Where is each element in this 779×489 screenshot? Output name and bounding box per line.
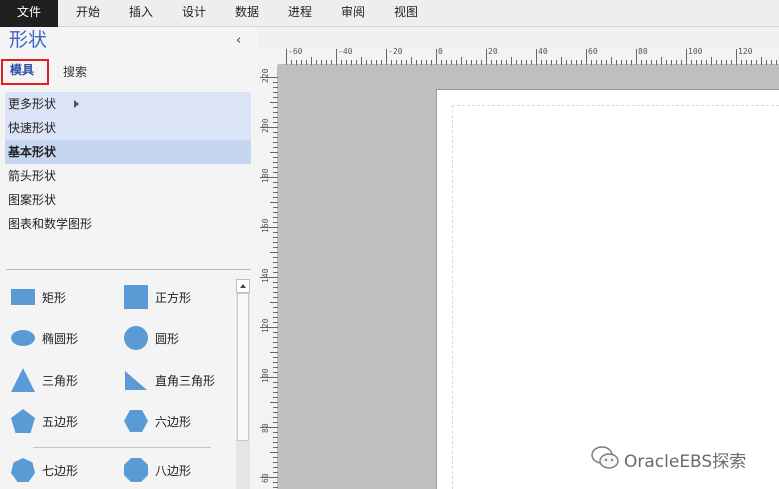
ruler-label: 220: [261, 68, 270, 83]
category-label: 更多形状: [8, 97, 57, 111]
watermark-text: OracleEBS探索: [624, 452, 747, 472]
menubar: 文件 开始 插入 设计 数据 进程 审阅 视图: [0, 0, 779, 27]
tab-search[interactable]: 搜索: [63, 59, 87, 85]
category-label: 基本形状: [8, 145, 57, 159]
category-basic-shapes[interactable]: 基本形状: [5, 140, 251, 164]
ruler-label: 180: [261, 168, 270, 183]
menu-process[interactable]: 进程: [278, 0, 322, 27]
shape-label: 直角三角形: [155, 374, 216, 388]
panel-divider: [6, 269, 251, 270]
shape-label: 七边形: [42, 464, 79, 478]
menu-review[interactable]: 审阅: [331, 0, 375, 27]
scroll-thumb[interactable]: [237, 293, 249, 441]
ruler-label: 120: [738, 47, 753, 56]
category-list: 更多形状 快速形状 基本形状 箭头形状 图案形状 图表和数学图形: [5, 92, 251, 236]
category-label: 图案形状: [8, 193, 57, 207]
ruler-label: 100: [688, 47, 703, 56]
collapse-panel-icon[interactable]: ‹: [236, 33, 241, 48]
category-pattern-shapes[interactable]: 图案形状: [5, 188, 251, 212]
ruler-label: 200: [261, 118, 270, 133]
shape-label: 椭圆形: [42, 332, 79, 346]
shape-label: 五边形: [42, 415, 79, 429]
ruler-label: 40: [538, 47, 548, 56]
menu-design[interactable]: 设计: [172, 0, 216, 27]
shape-label: 正方形: [155, 291, 192, 305]
heptagon-icon: [11, 458, 35, 482]
ruler-label: 100: [261, 368, 270, 383]
ellipse-icon: [11, 330, 35, 346]
menu-file[interactable]: 文件: [0, 0, 58, 27]
ruler-label: 60: [588, 47, 598, 56]
category-quick-shapes[interactable]: 快速形状: [5, 116, 251, 140]
vertical-ruler: 220 200 180 160 140 120 100 80 60: [258, 47, 278, 489]
triangle-icon: [11, 368, 35, 392]
category-arrow-shapes[interactable]: 箭头形状: [5, 164, 251, 188]
wechat-icon: [591, 446, 619, 469]
octagon-icon: [124, 458, 148, 482]
ruler-label: 80: [261, 423, 270, 433]
ruler-label: 140: [261, 268, 270, 283]
shapes-scrollbar[interactable]: [236, 279, 250, 489]
horizontal-ruler: -60 -40 -20 0 20 40 60 80 100 120: [278, 47, 779, 65]
shape-label: 矩形: [42, 291, 67, 305]
category-more-shapes[interactable]: 更多形状: [5, 92, 251, 116]
circle-icon: [124, 326, 148, 350]
menu-home[interactable]: 开始: [66, 0, 110, 27]
category-charts-math[interactable]: 图表和数学图形: [5, 212, 251, 236]
tab-stencils[interactable]: 模具: [1, 59, 49, 85]
square-icon: [124, 285, 148, 309]
ruler-label: -20: [388, 47, 403, 56]
shape-label: 六边形: [155, 415, 192, 429]
category-label: 快速形状: [8, 121, 57, 135]
ruler-label: 80: [638, 47, 648, 56]
ruler-label: -40: [338, 47, 353, 56]
right-triangle-icon: [125, 371, 147, 390]
ruler-label: 60: [261, 473, 270, 483]
menu-insert[interactable]: 插入: [119, 0, 163, 27]
shape-label: 三角形: [42, 374, 79, 388]
hexagon-icon: [124, 410, 148, 432]
scroll-up-icon[interactable]: [236, 279, 250, 293]
submenu-arrow-icon: [74, 100, 79, 108]
pentagon-icon: [11, 409, 35, 433]
ruler-label: 160: [261, 218, 270, 233]
ruler-label: 0: [438, 47, 443, 56]
rectangle-icon: [11, 289, 35, 305]
page-margin-guide: [452, 105, 779, 489]
category-label: 图表和数学图形: [8, 217, 93, 231]
shape-label: 圆形: [155, 332, 180, 346]
ruler-label: 120: [261, 318, 270, 333]
horizontal-ruler-ticks: [286, 49, 777, 65]
panel-title: 形状: [9, 29, 48, 51]
ruler-corner: [258, 47, 278, 65]
shape-group-divider: [33, 447, 211, 448]
menu-view[interactable]: 视图: [384, 0, 428, 27]
menu-data[interactable]: 数据: [225, 0, 269, 27]
ruler-label: 20: [488, 47, 498, 56]
shape-label: 八边形: [155, 464, 192, 478]
category-label: 箭头形状: [8, 169, 57, 183]
ruler-label: -60: [288, 47, 303, 56]
